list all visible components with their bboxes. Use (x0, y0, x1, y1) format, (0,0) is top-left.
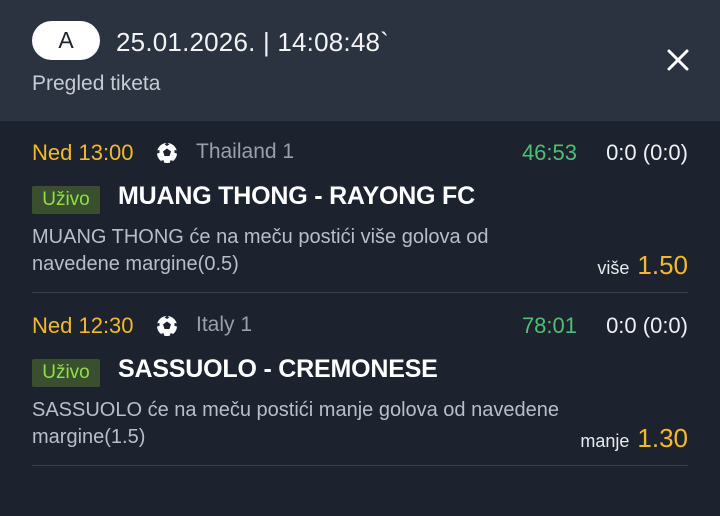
match-info-row: Ned 13:00 Thailand 1 46:53 0:0 (0:0) (32, 138, 688, 168)
match-score: 0:0 (0:0) (606, 140, 688, 165)
match-clock: 78:01 (521, 313, 577, 338)
live-badge: Uživo (32, 359, 100, 387)
pick-label: više (597, 258, 630, 278)
match-time: Ned 12:30 (32, 313, 134, 338)
bet-description: MUANG THONG će na meču postići više golo… (32, 226, 489, 275)
page-title: Pregled tiketa (32, 72, 161, 95)
match-score: 0:0 (0:0) (606, 313, 688, 338)
divider (32, 292, 688, 293)
live-badge: Uživo (32, 186, 100, 214)
odd-value: 1.50 (637, 250, 688, 280)
match-clock: 46:53 (521, 140, 577, 165)
match-time: Ned 13:00 (32, 140, 134, 165)
close-icon[interactable] (660, 42, 696, 78)
ticket-datetime: 25.01.2026. | 14:08:48` (116, 27, 390, 57)
match-item[interactable]: Ned 13:00 Thailand 1 46:53 0:0 (0:0) Uži… (32, 138, 688, 288)
soccer-ball-icon (155, 314, 179, 338)
bet-description: SASSUOLO će na meču postići manje golova… (32, 399, 559, 448)
league-name: Thailand 1 (196, 140, 295, 163)
odd-value: 1.30 (637, 423, 688, 453)
match-info-row: Ned 12:30 Italy 1 78:01 0:0 (0:0) (32, 311, 688, 341)
match-teams: MUANG THONG - RAYONG FC (118, 182, 475, 210)
match-item[interactable]: Ned 12:30 Italy 1 78:01 0:0 (0:0) Uživo … (32, 311, 688, 461)
ticket-header: A 25.01.2026. | 14:08:48` Pregled tiketa (0, 0, 720, 121)
pick-label: manje (580, 431, 630, 451)
soccer-ball-icon (155, 141, 179, 165)
league-name: Italy 1 (196, 313, 253, 336)
bet-pick: više 1.50 (597, 250, 688, 281)
divider (32, 465, 688, 466)
bet-pick: manje 1.30 (580, 423, 688, 454)
ticket-badge: A (32, 21, 100, 60)
match-teams: SASSUOLO - CREMONESE (118, 355, 438, 383)
